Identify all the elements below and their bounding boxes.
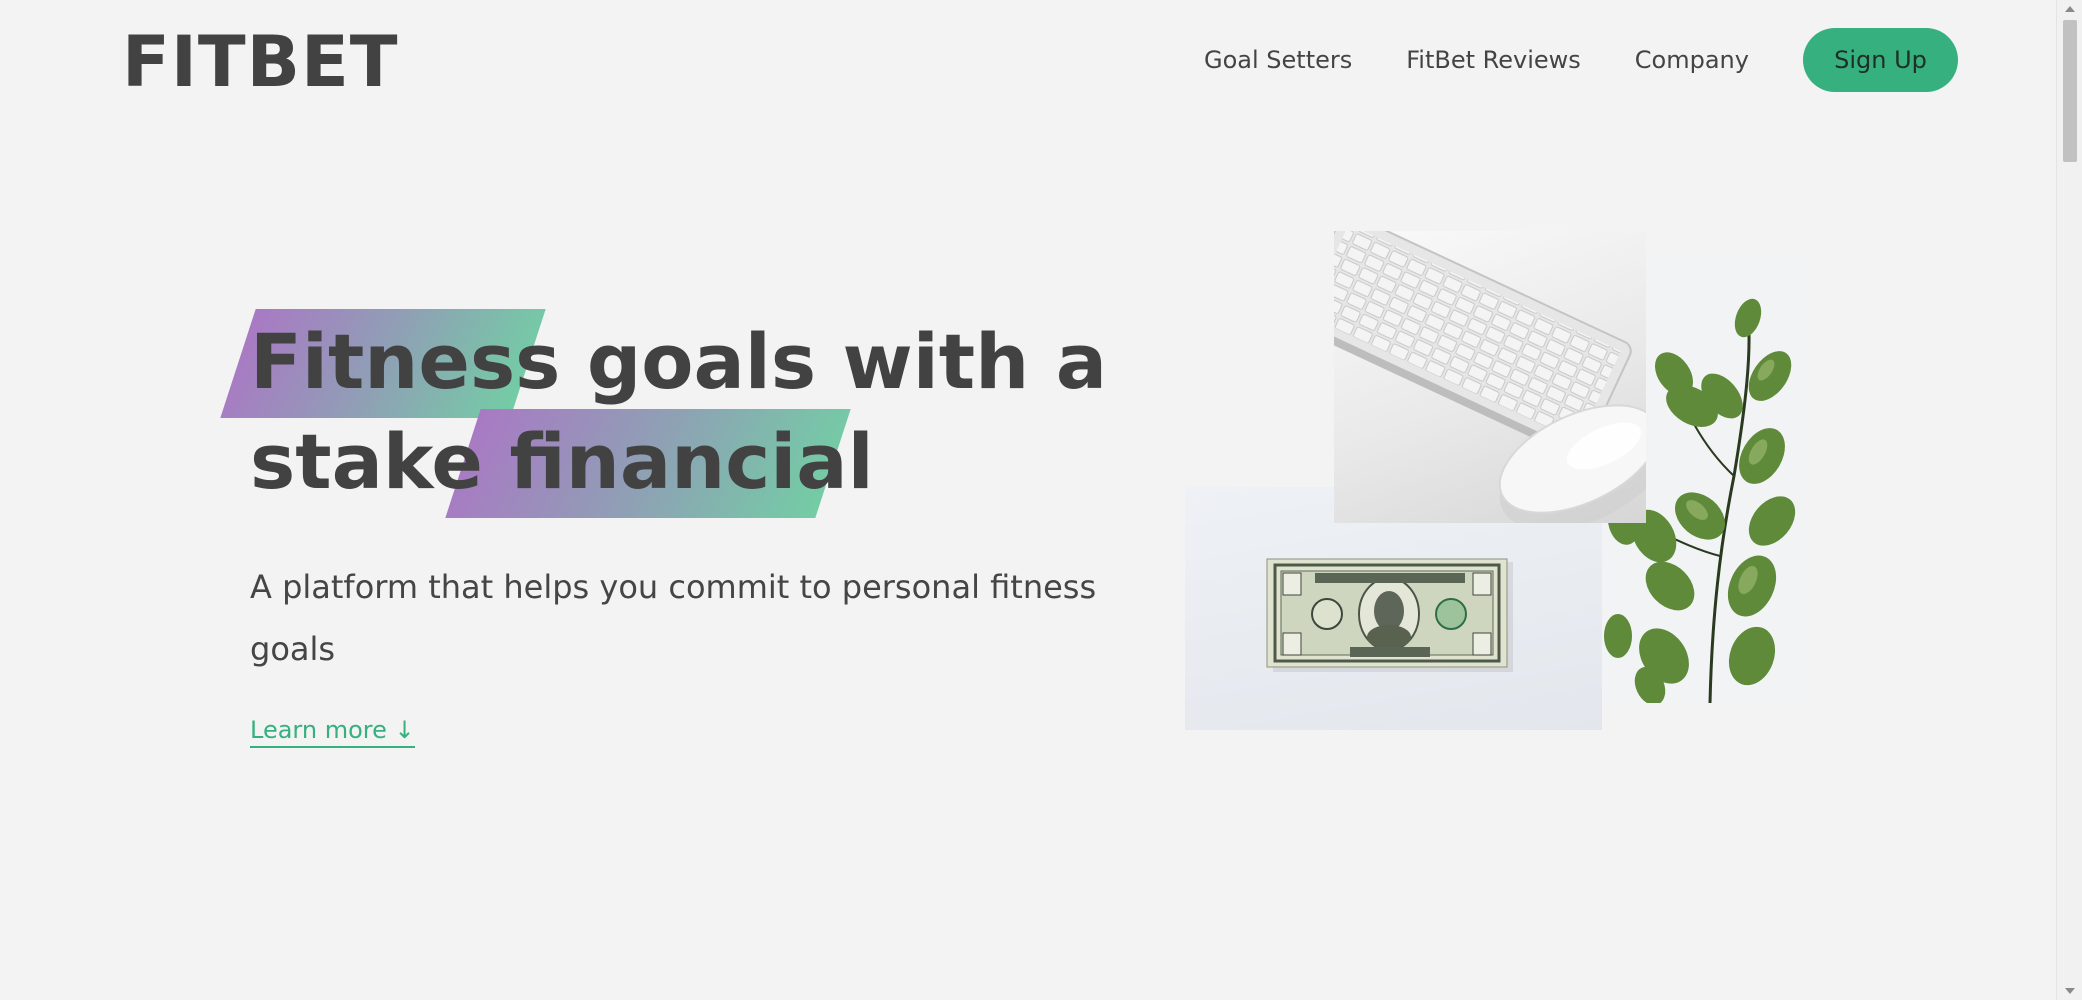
page-scrollbar[interactable] <box>2056 0 2082 1000</box>
headline-line-1: Fitness goals with a <box>220 309 1150 418</box>
nav-link-fitbet-reviews[interactable]: FitBet Reviews <box>1406 46 1581 74</box>
keyboard-and-mouse-illustration <box>1334 231 1646 523</box>
headline-text: goals with a <box>586 317 1107 406</box>
main-nav: Goal Setters FitBet Reviews Company Sign… <box>1204 28 1958 92</box>
keyboard-image <box>1334 231 1646 523</box>
headline-text: stake <box>250 417 483 506</box>
page: FITBET Goal Setters FitBet Reviews Compa… <box>0 0 2082 1000</box>
hero-subtitle: A platform that helps you commit to pers… <box>250 568 1097 668</box>
headline-highlight-word: financial <box>509 417 874 506</box>
dollar-bill-illustration <box>1266 558 1513 672</box>
scroll-down-arrow-icon[interactable] <box>2065 988 2075 994</box>
headline-line-2: stake financial <box>250 409 1150 518</box>
scroll-up-arrow-icon[interactable] <box>2065 6 2075 12</box>
logo[interactable]: FITBET <box>122 22 399 102</box>
nav-link-company[interactable]: Company <box>1635 46 1749 74</box>
dollar-bill-image <box>1185 487 1602 730</box>
nav-link-goal-setters[interactable]: Goal Setters <box>1204 46 1352 74</box>
scrollbar-thumb[interactable] <box>2063 20 2077 162</box>
learn-more-link[interactable]: Learn more ↓ <box>250 716 415 748</box>
headline-highlight-word: Fitness <box>250 317 561 406</box>
sign-up-button[interactable]: Sign Up <box>1802 28 1958 92</box>
hero-headline: Fitness goals with a stake financial <box>220 309 1150 518</box>
